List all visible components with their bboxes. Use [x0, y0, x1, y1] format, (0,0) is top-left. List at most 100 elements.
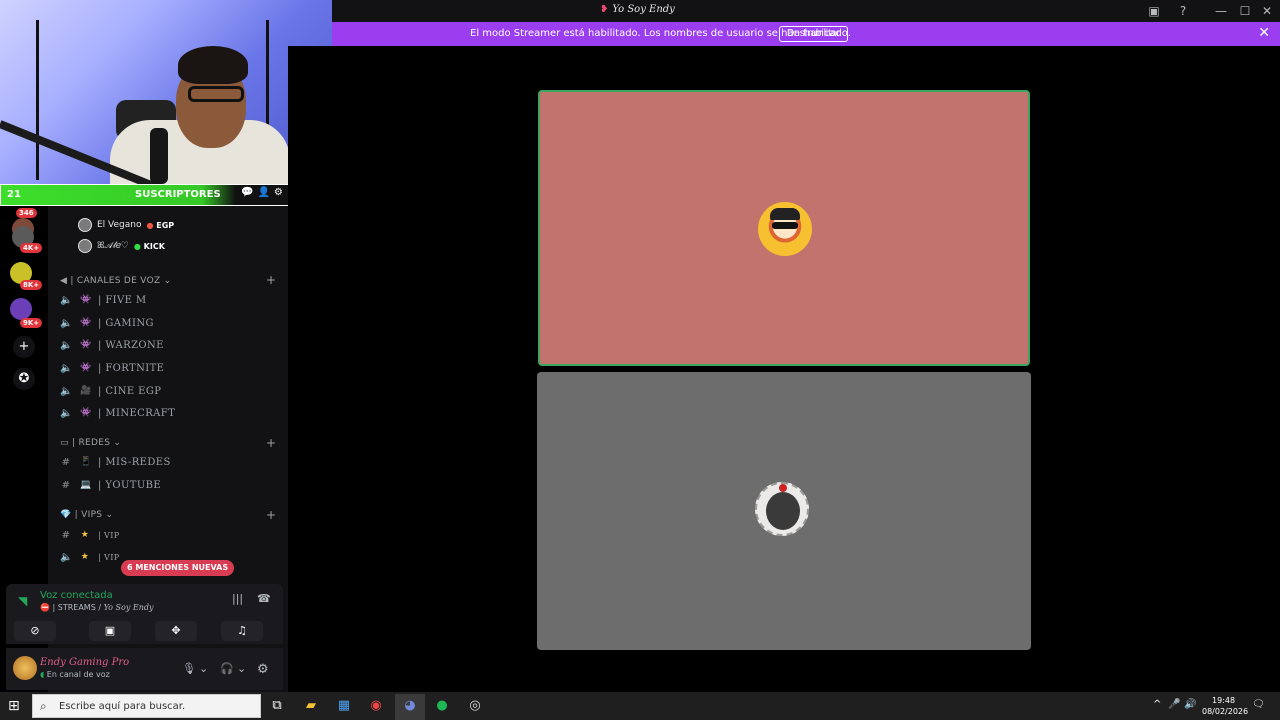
headphones-icon[interactable]: 🎧 — [220, 662, 234, 675]
settings-gear-icon[interactable]: ⚙ — [257, 662, 269, 677]
windows-start-icon[interactable]: ⊞ — [8, 698, 20, 714]
taskbar-search-input[interactable]: ⌕ Escribe aquí para buscar. — [32, 694, 261, 718]
streamer-glasses — [188, 86, 244, 102]
speaker-icon: 🔈 — [60, 551, 73, 563]
obs-icon[interactable]: ◎ — [466, 697, 484, 715]
hair-bun — [779, 484, 787, 492]
noise-suppression-icon[interactable]: ||| — [232, 592, 243, 605]
hash-icon: # — [61, 479, 71, 491]
maximize-button[interactable]: ☐ — [1237, 3, 1253, 19]
speaker-icon: 🔈 — [60, 339, 73, 351]
text-channel[interactable]: # 💻 | YOUTUBE — [60, 476, 161, 494]
participant-tile-speaking[interactable] — [538, 90, 1030, 366]
add-channel-icon[interactable]: + — [266, 508, 276, 522]
category-voice-channels[interactable]: ◀ | CANALES DE VOZ ⌄ — [60, 276, 171, 286]
task-view-icon[interactable]: ⧉ — [268, 697, 286, 715]
sunglasses — [772, 222, 798, 229]
star-icon: ★ — [80, 552, 90, 562]
voice-user-name: ꕤ𝒜𝓁𝑒♡ — [97, 241, 129, 251]
discord-icon[interactable]: ◕ — [401, 697, 419, 715]
new-mentions-pill[interactable]: 6 MENCIONES NUEVAS — [121, 560, 235, 576]
user-panel: Endy Gaming Pro ◖ En canal de voz 🎙 ⌄ 🎧 … — [6, 648, 283, 690]
user-tag: ● EGP — [146, 220, 175, 230]
channel-emoji-icon: 👾 — [80, 408, 92, 418]
category-vips[interactable]: 💎 | VIPS ⌄ — [60, 510, 113, 520]
unread-badge: 8K+ — [20, 280, 43, 290]
participant-avatar — [758, 202, 812, 256]
text-channel[interactable]: # 📱 | MIS-REDES — [60, 453, 171, 471]
chrome-icon[interactable]: ◉ — [367, 697, 385, 715]
speaker-icon: 🔈 — [60, 362, 73, 374]
minimize-button[interactable]: — — [1213, 3, 1229, 19]
voice-user-name: El Vegano — [97, 220, 142, 230]
add-server-icon[interactable]: + — [13, 336, 35, 358]
voice-user[interactable]: El Vegano ● EGP — [78, 216, 174, 234]
sub-label: SUSCRIPTORES — [135, 189, 221, 200]
chevron-down-icon[interactable]: ⌄ — [237, 662, 246, 675]
signal-icon[interactable]: ◥ — [18, 594, 27, 608]
tray-overflow-icon[interactable]: ^ — [1153, 699, 1161, 710]
spotify-icon[interactable]: ● — [433, 697, 451, 715]
streamer-mode-banner: El modo Streamer está habilitado. Los no… — [332, 22, 1280, 46]
notifications-icon[interactable]: 🗨 — [1252, 699, 1265, 710]
microphone-icon[interactable]: 🎙 — [182, 662, 196, 675]
unread-badge: 9K+ — [20, 318, 43, 328]
speaker-icon: 🔈 — [60, 294, 73, 306]
clock-time[interactable]: 19:48 — [1212, 696, 1235, 705]
voice-channel[interactable]: 🔈 👾 | WARZONE — [60, 336, 164, 354]
voice-status: Voz conectada — [40, 590, 113, 601]
disconnect-icon[interactable]: ☎ — [257, 592, 271, 605]
disable-streamer-button[interactable]: Deshabilitar — [779, 26, 848, 42]
hat — [770, 208, 800, 220]
avatar — [78, 218, 92, 232]
voice-channel[interactable]: 🔈 ★ | VIP — [60, 548, 120, 566]
tag-icon: ● — [133, 241, 141, 251]
category-redes[interactable]: ▭ | REDES ⌄ — [60, 438, 121, 448]
tray-volume-icon[interactable]: 🔊 — [1184, 699, 1196, 710]
voice-user[interactable]: ꕤ𝒜𝓁𝑒♡ ● KICK — [78, 237, 165, 255]
close-window-button[interactable]: ✕ — [1259, 3, 1275, 19]
soundboard-button[interactable]: ♫ — [221, 621, 263, 641]
voice-channel[interactable]: 🔈 👾 | FORTNITE — [60, 359, 164, 377]
add-channel-icon[interactable]: + — [266, 273, 276, 287]
search-icon: ⌕ — [40, 699, 47, 713]
voice-channel[interactable]: 🔈 🎥 | CINE EGP — [60, 382, 161, 400]
username: Endy Gaming Pro — [40, 657, 130, 668]
chevron-down-icon[interactable]: ⌄ — [199, 662, 208, 675]
channel-emoji-icon: 👾 — [80, 340, 92, 350]
camera-off-button[interactable]: ⊘ — [14, 621, 56, 641]
sub-count-current: 21 — [7, 189, 21, 200]
banner-close-icon[interactable]: ✕ — [1258, 25, 1270, 41]
channel-emoji-icon: 👾 — [80, 318, 92, 328]
user-status: ◖ En canal de voz — [40, 670, 110, 679]
unread-badge: 346 — [16, 208, 37, 218]
tray-mic-icon[interactable]: 🎤 — [1168, 699, 1180, 710]
voice-stage — [288, 46, 1280, 692]
help-icon[interactable]: ? — [1175, 3, 1191, 19]
streamer-hair — [178, 46, 248, 84]
voice-channel[interactable]: 🔈 👾 | GAMING — [60, 314, 154, 332]
screen-share-button[interactable]: ▣ — [89, 621, 131, 641]
hair — [766, 492, 800, 530]
add-channel-icon[interactable]: + — [266, 436, 276, 450]
text-channel[interactable]: # ★ | VIP — [60, 526, 120, 544]
server-icon[interactable] — [10, 298, 32, 320]
store-icon[interactable]: ▦ — [335, 697, 353, 715]
channel-emoji-icon: 👾 — [80, 363, 92, 373]
search-placeholder: Escribe aquí para buscar. — [59, 701, 186, 712]
activities-button[interactable]: ✥ — [155, 621, 197, 641]
avatar — [78, 239, 92, 253]
avatar[interactable] — [13, 656, 37, 680]
participant-tile[interactable] — [537, 372, 1031, 650]
file-explorer-icon[interactable]: ▰ — [302, 697, 320, 715]
voice-channel[interactable]: 🔈 👾 | MINECRAFT — [60, 404, 175, 422]
discover-icon[interactable]: ✪ — [13, 368, 35, 390]
inbox-icon[interactable]: ▣ — [1146, 3, 1162, 19]
webcam-overlay — [0, 0, 332, 186]
voice-channel[interactable]: 🔈 👾 | FIVE M — [60, 291, 147, 309]
subscriber-goal-bar: 21 SUSCRIPTORES 💬👤⚙ 50 — [0, 184, 337, 206]
speaker-icon: 🔈 — [60, 385, 73, 397]
channel-header-icons: 💬👤⚙ — [241, 187, 287, 198]
background-pole — [36, 20, 39, 180]
clock-date[interactable]: 08/02/2026 — [1202, 707, 1248, 716]
